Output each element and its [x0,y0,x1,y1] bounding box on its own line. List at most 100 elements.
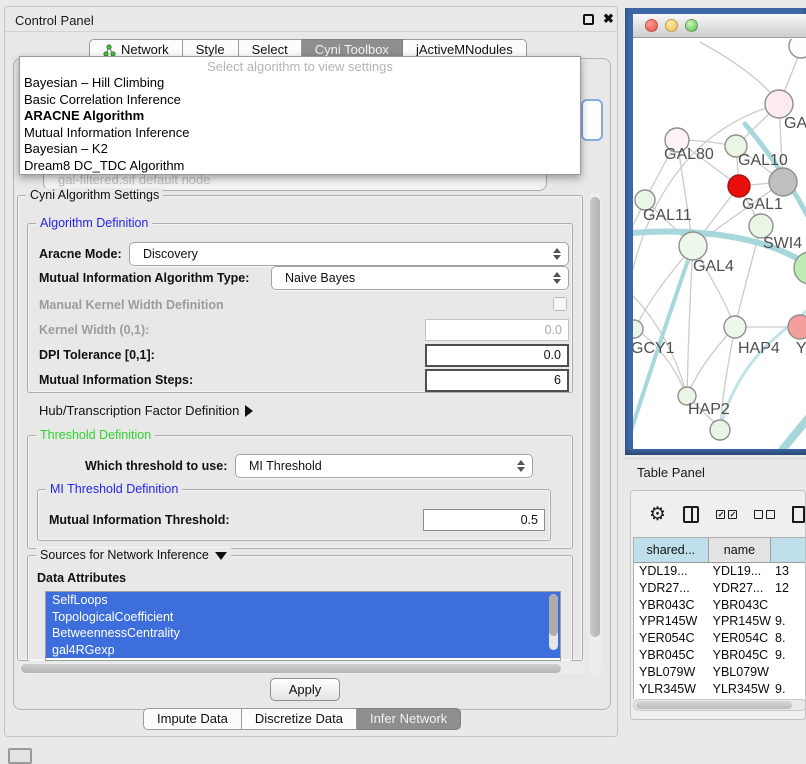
mi-algorithm-type-label: Mutual Information Algorithm Type: [39,271,249,285]
minimize-traffic-light-icon[interactable] [665,19,678,32]
table-row[interactable]: YDL19... YDL19... 13 [634,563,806,580]
dpi-tolerance-field[interactable]: 0.0 [425,344,569,367]
node-gal1[interactable] [728,175,750,197]
list-scrollbar[interactable] [549,594,558,650]
table-row[interactable]: YDR27... YDR27... 12 [634,580,806,597]
network-canvas[interactable]: GAL GAL80 GAL10 GAL1 GAL11 SWI4 GAL4 GCY… [633,39,806,449]
tab-label: Infer Network [370,709,447,729]
attribute-item-selected[interactable]: SelfLoops [46,592,560,609]
dropdown-prompt: Select algorithm to view settings [20,58,580,75]
gear-icon[interactable]: ⚙ [649,505,666,524]
node-gal4[interactable] [679,232,707,260]
app-screen: Control Panel ✖ Network Style Select [0,0,806,762]
network-view-window: GAL GAL80 GAL10 GAL1 GAL11 SWI4 GAL4 GCY… [625,8,806,455]
cell: YBR043C [709,597,771,614]
apply-button[interactable]: Apply [270,678,340,701]
data-attributes-list: SelfLoops TopologicalCoefficient Between… [45,591,561,661]
table-row[interactable]: YER054C YER054C 8. [634,630,806,647]
table-row[interactable]: YBR045C YBR045C 9. [634,647,806,664]
panel-divider [625,458,806,459]
cell: YDR27... [709,580,771,597]
column-header-cut[interactable] [771,538,806,562]
deselect-all-checkboxes-icon[interactable] [754,510,775,519]
aracne-mode-label: Aracne Mode: [39,247,122,261]
network-view-inner: GAL GAL80 GAL10 GAL1 GAL11 SWI4 GAL4 GCY… [633,14,806,449]
cell: YLR345W [634,681,709,698]
column-header-name[interactable]: name [709,538,772,562]
manual-kernel-width-checkbox[interactable] [553,297,567,311]
cell: YBL079W [634,664,709,681]
cell: YBL079W [709,664,771,681]
control-panel-title: Control Panel [15,13,94,28]
table-panel-title: Table Panel [637,465,705,480]
hub-definition-toggle[interactable]: Hub/Transcription Factor Definition [39,403,253,418]
node-y-cut[interactable] [788,315,806,339]
aracne-mode-combobox[interactable]: Discovery [129,242,569,266]
node-unlabeled-top[interactable] [789,39,806,58]
column-header-shared-name[interactable]: shared... [634,538,709,562]
cell: YER054C [634,630,709,647]
cell: YDL19... [634,563,709,580]
table-row[interactable]: YBL079W YBL079W [634,664,806,681]
table-row[interactable]: YBR043C YBR043C [634,597,806,614]
mi-threshold-field[interactable]: 0.5 [423,509,545,531]
network-icon [103,44,116,57]
tab-label: Impute Data [157,709,228,729]
node-label-gal11: GAL11 [643,207,692,224]
dropdown-item[interactable]: Mutual Information Inference [20,125,580,142]
table-row[interactable]: YLR345W YLR345W 9. [634,681,806,698]
combobox-value: MI Threshold [249,455,532,477]
select-all-checkboxes-icon[interactable]: ✓✓ [716,510,737,519]
node-hap4[interactable] [724,316,746,338]
node-gray[interactable] [769,168,797,196]
attribute-item-selected[interactable]: gal4RGexp [46,642,560,659]
dropdown-item[interactable]: Dream8 DC_TDC Algorithm [20,158,580,175]
mi-steps-field[interactable]: 6 [425,369,569,392]
node-label-gal-cut: GAL [784,115,806,132]
node-unlabeled-bottom[interactable] [710,420,730,440]
node-gal-cut[interactable] [765,90,793,118]
attribute-item-selected[interactable]: TopologicalCoefficient [46,609,560,626]
group-title: Cyni Algorithm Settings [26,188,163,202]
group-title: MI Threshold Definition [46,482,182,496]
close-icon[interactable]: ✖ [603,11,614,27]
stepper-arrows-icon [553,272,561,284]
table-row[interactable]: YPR145W YPR145W 9. [634,613,806,630]
tab-discretize-data[interactable]: Discretize Data [242,708,357,730]
dropdown-item[interactable]: Bayesian – Hill Climbing [20,75,580,92]
node-label-hap4: HAP4 [738,340,780,357]
settings-horizontal-scrollbar[interactable] [19,663,585,674]
tab-impute-data[interactable]: Impute Data [143,708,242,730]
network-window-titlebar[interactable] [633,14,806,38]
group-title: Threshold Definition [36,428,155,442]
dropdown-item-selected[interactable]: ARACNE Algorithm [20,108,580,125]
float-window-icon[interactable] [583,14,594,25]
close-traffic-light-icon[interactable] [645,19,658,32]
stepper-arrows-icon [517,460,525,472]
cell: YPR145W [709,613,771,630]
kernel-width-field[interactable]: 0.0 [425,319,569,341]
zoom-traffic-light-icon[interactable] [685,19,698,32]
hub-definition-label: Hub/Transcription Factor Definition [39,403,239,418]
node-gcy1[interactable] [633,320,643,338]
which-threshold-combobox[interactable]: MI Threshold [235,454,533,478]
mi-algorithm-type-combobox[interactable]: Naive Bayes [271,266,569,290]
data-attributes-label: Data Attributes [37,571,126,585]
sources-toggle[interactable]: Sources for Network Inference [36,548,231,562]
columns-icon[interactable] [683,506,699,523]
group-title: Algorithm Definition [36,216,152,230]
cell: 8. [771,630,806,647]
settings-vertical-scrollbar[interactable] [589,193,601,675]
algorithm-dropdown-list: Select algorithm to view settings Bayesi… [19,56,581,175]
which-threshold-label: Which threshold to use: [85,459,227,473]
dropdown-item[interactable]: Basic Correlation Inference [20,92,580,109]
cell: 9. [771,681,806,698]
table-horizontal-scrollbar[interactable] [633,699,806,711]
node-label-gal80: GAL80 [664,146,714,163]
node-label-swi4: SWI4 [763,235,802,252]
file-export-icon[interactable] [792,506,805,523]
dropdown-item[interactable]: Bayesian – K2 [20,141,580,158]
attribute-item-selected[interactable]: BetweennessCentrality [46,625,560,642]
combobox-value: Discovery [143,243,568,265]
tab-infer-network[interactable]: Infer Network [357,708,461,730]
